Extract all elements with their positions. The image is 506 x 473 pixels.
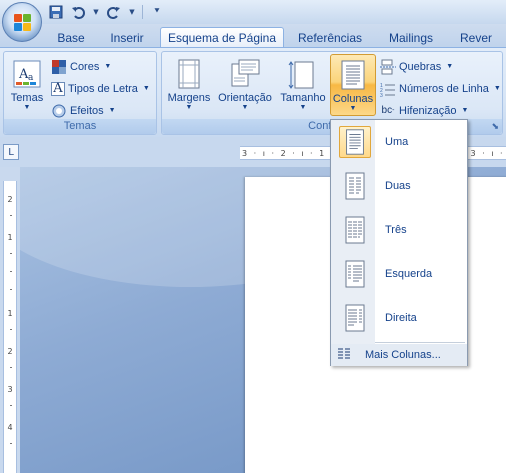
menu-item-tres[interactable]: Três — [333, 210, 465, 250]
vertical-ruler-mark: 2 — [7, 347, 13, 356]
tamanho-button[interactable]: Tamanho ▼ — [277, 54, 329, 116]
undo-icon[interactable] — [70, 4, 86, 20]
efeitos-button[interactable]: Efeitos ▼ — [51, 101, 116, 120]
line-numbers-icon: 123 — [380, 81, 396, 97]
cores-label: Cores — [70, 60, 100, 73]
menu-separator — [375, 342, 465, 343]
colors-icon — [51, 59, 67, 75]
save-icon[interactable] — [48, 4, 64, 20]
svg-text:3: 3 — [380, 93, 383, 97]
vertical-ruler-mark: 1 — [7, 309, 13, 318]
redo-dropdown-icon[interactable]: ▼ — [128, 4, 136, 20]
numeros-de-linha-button[interactable]: 123 Números de Linha ▼ — [380, 79, 501, 98]
colunas-label: Colunas — [332, 93, 374, 105]
hyphenation-icon: bc - — [381, 105, 395, 116]
tab-base[interactable]: Base — [50, 27, 92, 48]
vertical-ruler-mark: 2 — [7, 195, 13, 204]
tipos-de-letra-label: Tipos de Letra — [68, 82, 138, 95]
two-columns-icon — [345, 172, 365, 200]
vertical-ruler[interactable]: 2 1 1 2 3 4 — [3, 181, 17, 473]
customize-icon[interactable]: ⯆ — [149, 4, 165, 20]
temas-button[interactable]: A a Temas ▼ — [7, 54, 47, 116]
vertical-ruler-mark: 4 — [7, 423, 13, 432]
chevron-down-icon: ▼ — [349, 105, 357, 112]
menu-item-direita-label: Direita — [385, 312, 417, 324]
columns-dropdown-menu: Uma Duas Três Esquerda Direita Mais Colu… — [330, 119, 468, 366]
quick-access-toolbar: ▼ ▼ ⯆ — [48, 3, 165, 21]
svg-text:a: a — [28, 73, 34, 83]
effects-icon — [51, 103, 67, 119]
vertical-ruler-mark: 1 — [7, 233, 13, 242]
three-columns-icon — [345, 216, 365, 244]
menu-item-uma-label: Uma — [385, 136, 409, 148]
chevron-down-icon: ▼ — [241, 104, 249, 111]
themes-icon: A a — [13, 60, 41, 88]
office-logo-icon — [14, 14, 32, 32]
margens-label: Margens — [167, 92, 211, 104]
dialog-launcher-icon[interactable]: ⬊ — [491, 122, 499, 132]
ribbon-tab-strip: Base Inserir Esquema de Página Referênci… — [0, 24, 506, 48]
chevron-down-icon: ▼ — [299, 104, 307, 111]
more-columns-icon — [338, 348, 350, 359]
left-column-icon — [345, 260, 365, 288]
quebras-label: Quebras — [399, 60, 442, 73]
menu-item-esquerda-label: Esquerda — [385, 268, 433, 280]
menu-item-duas-label: Duas — [385, 180, 411, 192]
colunas-button[interactable]: Colunas ▼ — [330, 54, 376, 116]
menu-item-duas[interactable]: Duas — [333, 166, 465, 206]
fonts-icon: A — [51, 81, 65, 96]
tipos-de-letra-button[interactable]: A Tipos de Letra ▼ — [51, 79, 150, 98]
quebras-button[interactable]: Quebras ▼ — [380, 57, 453, 76]
tab-inserir[interactable]: Inserir — [100, 27, 154, 48]
mais-colunas-item[interactable]: Mais Colunas... — [331, 344, 467, 366]
hifenizacao-button[interactable]: bc - Hifenização ▼ — [380, 101, 469, 120]
cores-button[interactable]: Cores ▼ — [51, 57, 111, 76]
orientacao-button[interactable]: Orientação ▼ — [216, 54, 274, 116]
numeros-de-linha-label: Números de Linha — [399, 82, 489, 95]
tab-rever[interactable]: Rever — [452, 27, 500, 48]
tamanho-label: Tamanho — [280, 92, 326, 104]
chevron-down-icon: ▼ — [23, 104, 31, 111]
size-icon — [288, 61, 314, 89]
tab-referencias[interactable]: Referências — [290, 27, 370, 48]
tab-esquema-de-pagina[interactable]: Esquema de Página — [160, 27, 284, 48]
title-bar: ▼ ▼ ⯆ — [0, 0, 506, 24]
margins-icon — [178, 59, 200, 89]
hifenizacao-label: Hifenização — [399, 104, 457, 117]
menu-item-uma[interactable]: Uma — [333, 122, 465, 162]
mais-colunas-label: Mais Colunas... — [365, 349, 441, 361]
columns-icon — [341, 60, 365, 90]
one-column-icon — [339, 126, 371, 158]
menu-item-direita[interactable]: Direita — [333, 298, 465, 338]
menu-item-esquerda[interactable]: Esquerda — [333, 254, 465, 294]
right-column-icon — [345, 304, 365, 332]
efeitos-label: Efeitos — [70, 104, 104, 117]
menu-item-tres-label: Três — [385, 224, 407, 236]
temas-label: Temas — [10, 92, 44, 104]
vertical-ruler-mark: 3 — [7, 385, 13, 394]
chevron-down-icon: ▼ — [185, 104, 193, 111]
qat-separator — [142, 5, 143, 19]
margens-button[interactable]: Margens ▼ — [165, 54, 213, 116]
undo-dropdown-icon[interactable]: ▼ — [92, 4, 100, 20]
tab-selector-button[interactable]: L — [3, 144, 19, 160]
office-button[interactable] — [2, 2, 42, 42]
temas-group-label: Temas — [4, 119, 156, 134]
redo-icon[interactable] — [106, 4, 122, 20]
temas-group: A a Temas ▼ Cores ▼ A Tipos de Letra ▼ Efe… — [3, 51, 157, 135]
orientacao-label: Orientação — [218, 92, 272, 104]
tab-mailings[interactable]: Mailings — [380, 27, 442, 48]
breaks-icon — [380, 59, 396, 75]
orientation-icon — [231, 59, 260, 87]
